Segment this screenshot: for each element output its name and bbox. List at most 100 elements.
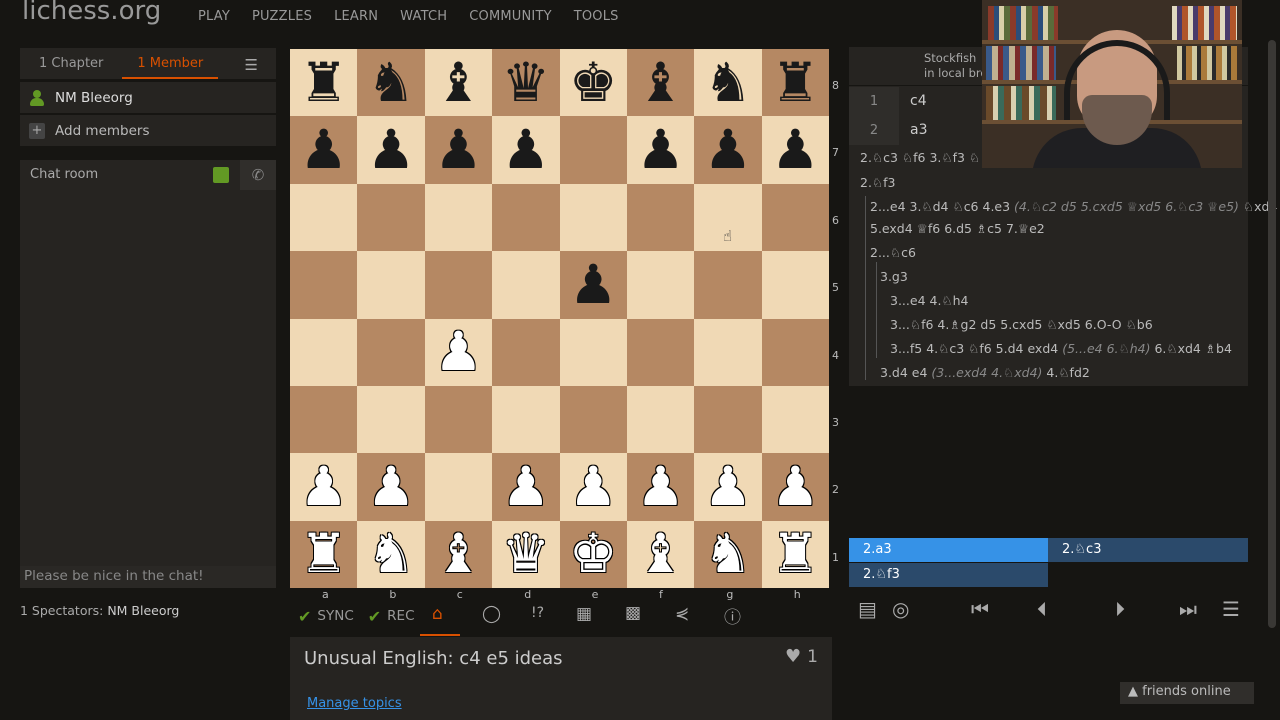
white-bishop-icon[interactable]: ♝ <box>636 527 684 581</box>
rec-toggle[interactable]: ✔ REC <box>368 607 415 626</box>
black-queen-icon[interactable]: ♛ <box>502 55 550 110</box>
info-icon[interactable]: ⓘ <box>724 603 741 628</box>
square-b7[interactable]: ♟ <box>357 116 425 184</box>
variation-line[interactable]: 3...e4 4.♘h4 <box>890 293 969 308</box>
square-g2[interactable]: ♟ <box>694 453 762 521</box>
spectator-name[interactable]: NM Bleeorg <box>107 603 179 618</box>
white-knight-icon[interactable]: ♞ <box>704 527 752 581</box>
variation-line[interactable]: 5.exd4 ♕f6 6.d5 ♗c5 7.♕e2 <box>870 221 1045 236</box>
black-knight-icon[interactable]: ♞ <box>367 55 415 110</box>
square-b6[interactable] <box>357 183 425 252</box>
variation-line[interactable]: 3.d4 e4 (3...exd4 4.♘xd4) 4.♘fd2 <box>880 365 1090 380</box>
last-move-icon[interactable]: ⏭ <box>1179 597 1197 621</box>
comment-icon[interactable]: ◯ <box>482 604 501 624</box>
nav-community[interactable]: COMMUNITY <box>469 9 552 24</box>
square-h3[interactable] <box>761 385 829 454</box>
chat-toggle-checkbox[interactable] <box>213 167 229 183</box>
move[interactable]: c4 <box>910 87 927 116</box>
menu-icon[interactable]: ☰ <box>1222 597 1240 621</box>
square-e7[interactable] <box>559 116 627 184</box>
scrollbar[interactable] <box>1268 40 1276 628</box>
black-king-icon[interactable]: ♚ <box>569 55 617 110</box>
square-c1[interactable]: ♝ <box>424 520 493 588</box>
square-c5[interactable] <box>424 251 493 319</box>
nav-learn[interactable]: LEARN <box>334 9 378 24</box>
square-f8[interactable]: ♝ <box>626 49 695 117</box>
tab-chapters[interactable]: 1 Chapter <box>20 48 122 79</box>
square-d1[interactable]: ♛ <box>492 520 560 588</box>
square-g7[interactable]: ♟ <box>694 116 762 184</box>
black-pawn-icon[interactable]: ♟ <box>771 123 819 177</box>
square-a7[interactable]: ♟ <box>290 116 358 184</box>
white-knight-icon[interactable]: ♞ <box>367 527 415 581</box>
black-pawn-icon[interactable]: ♟ <box>502 123 550 177</box>
square-b2[interactable]: ♟ <box>357 453 425 521</box>
square-c7[interactable]: ♟ <box>424 116 493 184</box>
black-pawn-icon[interactable]: ♟ <box>569 257 617 312</box>
black-bishop-icon[interactable]: ♝ <box>434 55 482 110</box>
square-h7[interactable]: ♟ <box>761 116 829 184</box>
square-b4[interactable] <box>357 318 425 386</box>
variation-line[interactable]: 2.♘f3 <box>860 175 896 190</box>
square-e4[interactable] <box>559 318 627 386</box>
square-c3[interactable] <box>424 385 493 454</box>
hamburger-menu-icon[interactable]: ☰ <box>245 56 258 74</box>
white-pawn-icon[interactable]: ♟ <box>771 459 819 514</box>
black-pawn-icon[interactable]: ♟ <box>704 123 752 177</box>
square-e8[interactable]: ♚ <box>559 49 627 117</box>
square-a1[interactable]: ♜ <box>290 520 358 588</box>
previous-move-icon[interactable]: ⏴ <box>1037 597 1047 621</box>
square-g1[interactable]: ♞ <box>694 520 762 588</box>
square-h2[interactable]: ♟ <box>761 453 829 521</box>
white-pawn-icon[interactable]: ♟ <box>299 459 347 514</box>
square-a5[interactable] <box>290 251 358 319</box>
square-a6[interactable] <box>290 183 358 252</box>
add-members-button[interactable]: + Add members <box>20 115 276 146</box>
square-f3[interactable] <box>626 385 695 454</box>
square-f4[interactable] <box>626 318 695 386</box>
square-d8[interactable]: ♛ <box>492 49 560 117</box>
grid-icon[interactable]: ▩ <box>625 603 641 623</box>
square-f7[interactable]: ♟ <box>626 116 695 184</box>
square-a4[interactable] <box>290 318 358 386</box>
square-g5[interactable] <box>694 251 762 319</box>
variation-line[interactable]: 3...♘f6 4.♗g2 d5 5.cxd5 ♘xd5 6.O-O ♘b6 <box>890 317 1153 332</box>
next-move-tile[interactable]: 2.♘f3 <box>849 563 1048 587</box>
site-logo[interactable]: lichess.org <box>22 0 161 26</box>
glyph-icon[interactable]: !? <box>531 605 544 621</box>
first-move-icon[interactable]: ⏮ <box>971 597 989 621</box>
chat-input[interactable]: Please be nice in the chat! <box>20 566 276 588</box>
square-c8[interactable]: ♝ <box>424 49 493 117</box>
square-d3[interactable] <box>492 385 560 454</box>
square-g8[interactable]: ♞ <box>694 49 762 117</box>
variation-line[interactable]: 3.g3 <box>880 269 908 284</box>
white-rook-icon[interactable]: ♜ <box>771 527 819 581</box>
variation-line[interactable]: 2...e4 3.♘d4 ♘c6 4.e3 (4.♘c2 d5 5.cxd5 ♕… <box>870 199 1277 214</box>
square-h8[interactable]: ♜ <box>761 49 829 117</box>
square-d2[interactable]: ♟ <box>492 453 560 521</box>
square-b3[interactable] <box>357 385 425 454</box>
tab-members[interactable]: 1 Member <box>122 48 219 79</box>
square-a2[interactable]: ♟ <box>290 453 358 521</box>
black-pawn-icon[interactable]: ♟ <box>636 123 684 177</box>
chess-board[interactable]: ♜ ♞ ♝ ♛ ♚ ♝ ♞ ♜ ♟ ♟ ♟ ♟ ♟ ♟ ♟ ♟ ♟ ♟ ♟ ♟ ♟ ♟ ♟ ♟ ♜ ♞ ♝ ♛ ♚ ♝ ♞ ♜ <box>290 49 829 588</box>
square-d4[interactable] <box>492 318 560 386</box>
black-rook-icon[interactable]: ♜ <box>771 55 819 110</box>
square-d6[interactable] <box>492 183 560 252</box>
square-c2[interactable] <box>424 453 493 521</box>
like-button[interactable]: ♥ 1 <box>785 646 818 667</box>
white-pawn-icon[interactable]: ♟ <box>434 325 482 379</box>
square-b5[interactable] <box>357 251 425 319</box>
white-pawn-icon[interactable]: ♟ <box>367 459 415 514</box>
sync-toggle[interactable]: ✔ SYNC <box>298 607 354 626</box>
phone-icon[interactable]: ✆ <box>240 160 276 190</box>
square-f2[interactable]: ♟ <box>626 453 695 521</box>
square-f1[interactable]: ♝ <box>626 520 695 588</box>
square-e5[interactable]: ♟ <box>559 251 627 319</box>
square-a8[interactable]: ♜ <box>290 49 358 117</box>
square-c4[interactable]: ♟ <box>424 318 493 386</box>
tag-icon[interactable]: ⌂ <box>432 604 443 624</box>
white-queen-icon[interactable]: ♛ <box>502 527 550 581</box>
variation-line[interactable]: 3...f5 4.♘c3 ♘f6 5.d4 exd4 (5...e4 6.♘h4… <box>890 341 1232 356</box>
black-rook-icon[interactable]: ♜ <box>299 55 347 110</box>
